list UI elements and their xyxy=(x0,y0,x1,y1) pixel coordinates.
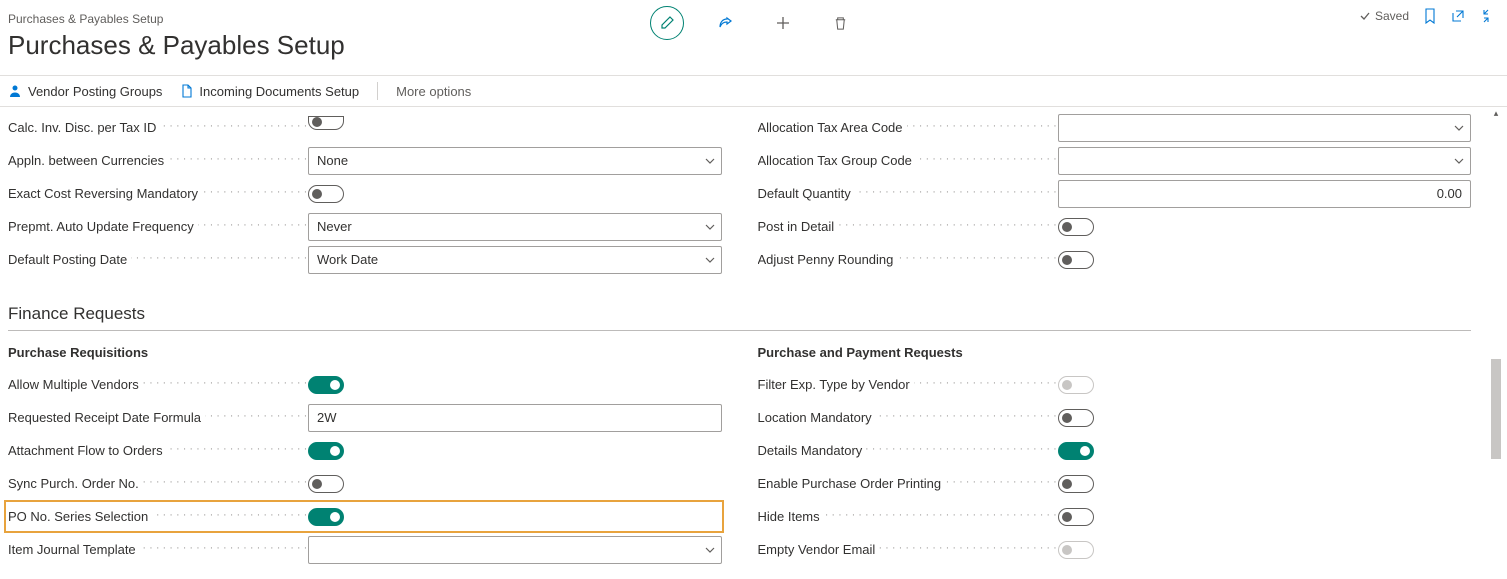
alloc-tax-area-select[interactable] xyxy=(1058,114,1472,142)
allow-multi-label: Allow Multiple Vendors xyxy=(8,377,308,392)
document-icon xyxy=(180,84,193,98)
purchase-payment-requests-heading: Purchase and Payment Requests xyxy=(758,345,1472,360)
hide-items-label: Hide Items xyxy=(758,509,1058,524)
det-mand-toggle[interactable] xyxy=(1058,442,1094,460)
empty-vendor-label: Empty Vendor Email xyxy=(758,542,1058,557)
scroll-thumb[interactable] xyxy=(1491,359,1501,459)
allow-multi-toggle[interactable] xyxy=(308,376,344,394)
adjust-penny-toggle[interactable] xyxy=(1058,251,1094,269)
attach-flow-toggle[interactable] xyxy=(308,442,344,460)
calc-inv-disc-label: Calc. Inv. Disc. per Tax ID xyxy=(8,120,308,135)
prepmt-label: Prepmt. Auto Update Frequency xyxy=(8,219,308,234)
post-detail-label: Post in Detail xyxy=(758,219,1058,234)
exact-cost-toggle[interactable] xyxy=(308,185,344,203)
appln-currencies-select[interactable]: None xyxy=(308,147,722,175)
chevron-down-icon xyxy=(705,257,715,263)
hide-items-toggle[interactable] xyxy=(1058,508,1094,526)
finance-requests-section[interactable]: Finance Requests xyxy=(8,304,1471,331)
person-icon xyxy=(8,84,22,98)
chevron-down-icon xyxy=(705,158,715,164)
appln-currencies-label: Appln. between Currencies xyxy=(8,153,308,168)
prepmt-select[interactable]: Never xyxy=(308,213,722,241)
alloc-tax-group-label: Allocation Tax Group Code xyxy=(758,153,1058,168)
default-qty-input[interactable]: 0.00 xyxy=(1058,180,1472,208)
more-options[interactable]: More options xyxy=(396,84,471,99)
collapse-icon[interactable] xyxy=(1479,9,1493,23)
chevron-down-icon xyxy=(1454,158,1464,164)
po-series-toggle[interactable] xyxy=(308,508,344,526)
default-posting-label: Default Posting Date xyxy=(8,252,308,267)
enable-po-print-toggle[interactable] xyxy=(1058,475,1094,493)
adjust-penny-label: Adjust Penny Rounding xyxy=(758,252,1058,267)
po-series-label: PO No. Series Selection xyxy=(8,509,308,524)
chevron-down-icon xyxy=(705,547,715,553)
default-qty-label: Default Quantity xyxy=(758,186,1058,201)
new-icon[interactable] xyxy=(766,6,800,40)
popout-icon[interactable] xyxy=(1451,9,1465,23)
alloc-tax-group-select[interactable] xyxy=(1058,147,1472,175)
loc-mand-label: Location Mandatory xyxy=(758,410,1058,425)
separator xyxy=(377,82,378,100)
post-detail-toggle[interactable] xyxy=(1058,218,1094,236)
calc-inv-disc-toggle[interactable] xyxy=(308,116,344,130)
sync-po-toggle[interactable] xyxy=(308,475,344,493)
scroll-up-arrow[interactable]: ▴ xyxy=(1490,107,1502,119)
empty-vendor-toggle xyxy=(1058,541,1094,559)
alloc-tax-area-label: Allocation Tax Area Code xyxy=(758,120,1058,135)
det-mand-label: Details Mandatory xyxy=(758,443,1058,458)
chevron-down-icon xyxy=(705,224,715,230)
vendor-posting-groups-link[interactable]: Vendor Posting Groups xyxy=(8,84,162,99)
sync-po-label: Sync Purch. Order No. xyxy=(8,476,308,491)
item-journal-select[interactable] xyxy=(308,536,722,564)
chevron-down-icon xyxy=(1454,125,1464,131)
item-journal-label: Item Journal Template xyxy=(8,542,308,557)
req-receipt-label: Requested Receipt Date Formula xyxy=(8,410,308,425)
filter-exp-toggle xyxy=(1058,376,1094,394)
exact-cost-label: Exact Cost Reversing Mandatory xyxy=(8,186,308,201)
edit-icon[interactable] xyxy=(650,6,684,40)
attach-flow-label: Attachment Flow to Orders xyxy=(8,443,308,458)
loc-mand-toggle[interactable] xyxy=(1058,409,1094,427)
default-posting-select[interactable]: Work Date xyxy=(308,246,722,274)
enable-po-print-label: Enable Purchase Order Printing xyxy=(758,476,1058,491)
delete-icon[interactable] xyxy=(824,6,858,40)
incoming-docs-setup-link[interactable]: Incoming Documents Setup xyxy=(180,84,359,99)
bookmark-icon[interactable] xyxy=(1423,8,1437,24)
req-receipt-input[interactable]: 2W xyxy=(308,404,722,432)
vertical-scrollbar[interactable]: ▴ ▾ xyxy=(1489,107,1503,569)
share-icon[interactable] xyxy=(708,6,742,40)
filter-exp-label: Filter Exp. Type by Vendor xyxy=(758,377,1058,392)
saved-status: Saved xyxy=(1359,9,1409,23)
purchase-requisitions-heading: Purchase Requisitions xyxy=(8,345,722,360)
